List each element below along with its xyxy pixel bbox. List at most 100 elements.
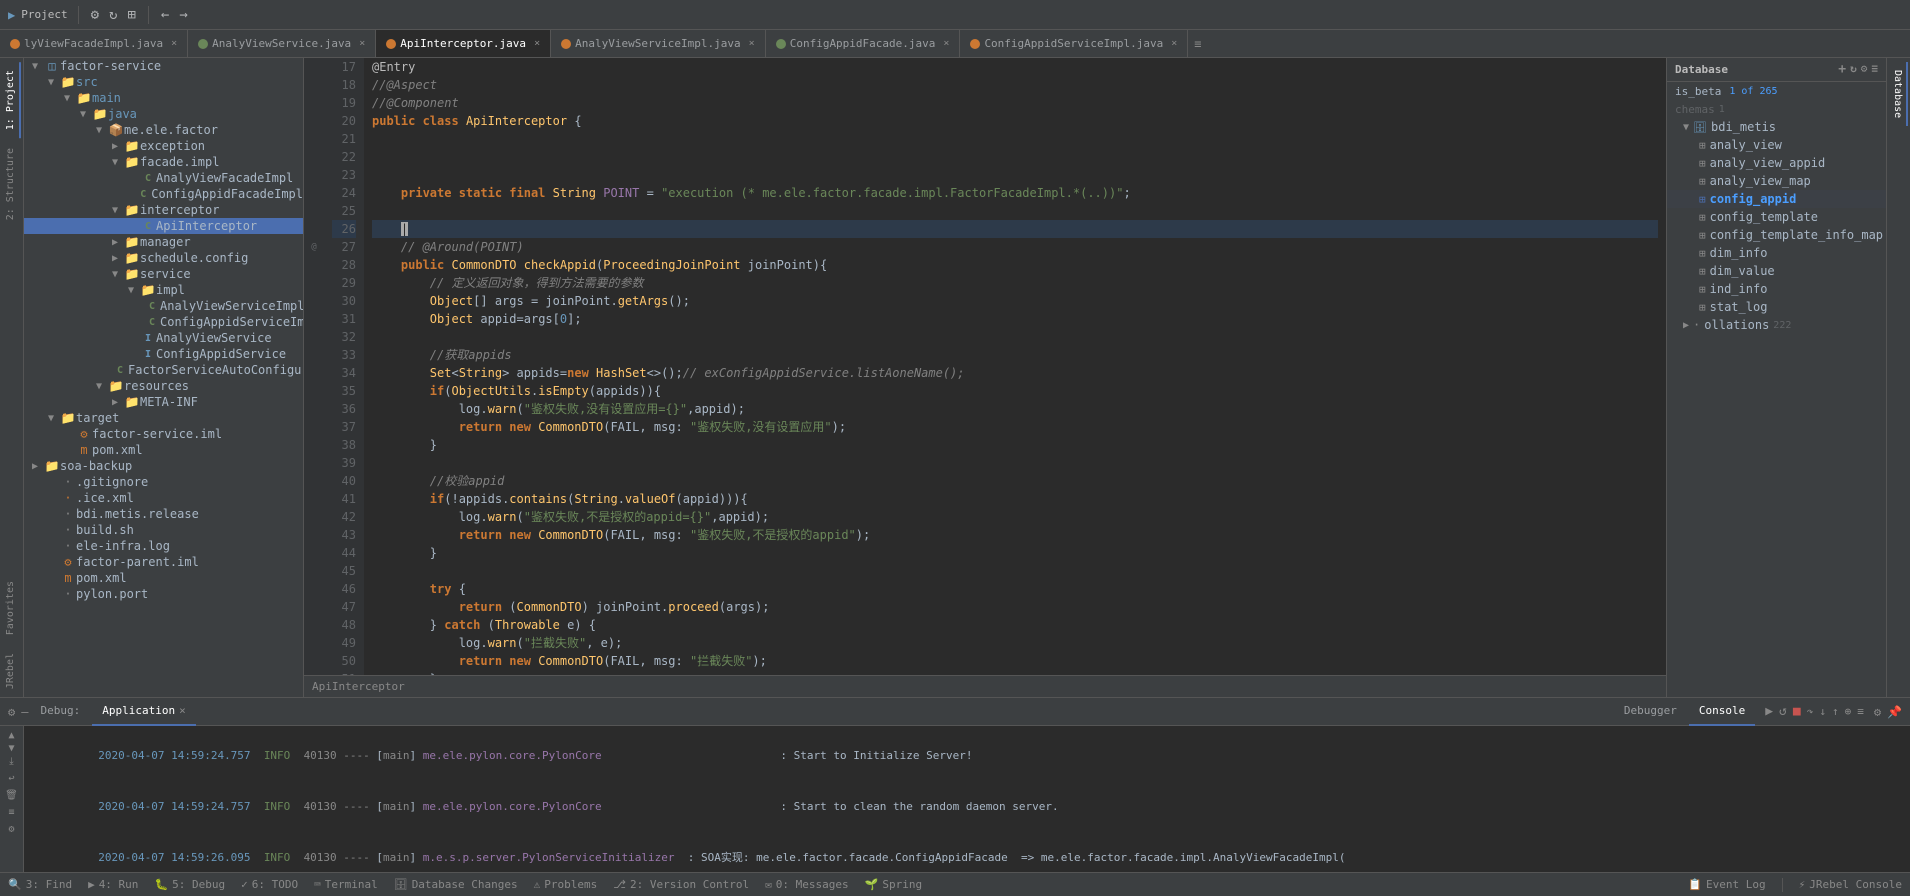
status-database-changes[interactable]: 🗄 Database Changes (394, 878, 518, 891)
tab-close-icon[interactable]: × (534, 38, 540, 49)
tree-item-ConfigAppidFacadeImpl[interactable]: C ConfigAppidFacadeImpl (24, 186, 303, 202)
tab-apiInterceptor[interactable]: ApiInterceptor.java × (376, 30, 551, 58)
back-icon[interactable]: ← (159, 5, 171, 25)
db-item-config-template-info-map[interactable]: ⊞ config_template_info_map (1667, 226, 1886, 244)
more-tabs-icon[interactable]: ≡ (1188, 37, 1207, 51)
code-content[interactable]: @Entry //@Aspect //@Component public cla… (364, 58, 1666, 675)
db-item-schemas[interactable]: chemas 1 (1667, 101, 1886, 118)
filter-icon[interactable]: ≡ (8, 807, 14, 818)
gear-icon[interactable]: ⚙ (8, 824, 14, 835)
tree-item-pom-xml-root[interactable]: m pom.xml (24, 442, 303, 458)
db-item-dim-info[interactable]: ⊞ dim_info (1667, 244, 1886, 262)
tab-close-icon[interactable]: × (943, 38, 949, 49)
tree-item-ConfigAppidService[interactable]: I ConfigAppidService (24, 346, 303, 362)
tree-item-service[interactable]: ▼ 📁 service (24, 266, 303, 282)
tree-item-AnalyViewFacadeImpl[interactable]: C AnalyViewFacadeImpl (24, 170, 303, 186)
status-event-log[interactable]: 📋 Event Log (1688, 878, 1765, 891)
status-todo[interactable]: ✓ 6: TODO (241, 878, 298, 891)
settings2-icon[interactable]: ⚙ (1874, 705, 1881, 719)
settings-icon[interactable]: ⚙ (89, 5, 101, 25)
subtab-console[interactable]: Console (1689, 698, 1755, 726)
tab-lyViewFacadeImpl[interactable]: lyViewFacadeImpl.java × (0, 30, 188, 58)
tree-item-target[interactable]: ▼ 📁 target (24, 410, 303, 426)
status-find[interactable]: 🔍 3: Find (8, 878, 72, 891)
scroll-down-icon[interactable]: ▼ (8, 743, 14, 754)
db-add-icon[interactable]: + (1838, 62, 1846, 77)
tab-close-icon[interactable]: × (359, 38, 365, 49)
tab-close-icon[interactable]: × (1171, 38, 1177, 49)
tree-item-facade-impl[interactable]: ▼ 📁 facade.impl (24, 154, 303, 170)
tree-item-pylon-port[interactable]: · pylon.port (24, 586, 303, 602)
status-messages[interactable]: ✉ 0: Messages (765, 878, 848, 891)
tab-close-icon[interactable]: × (179, 704, 186, 717)
tree-item-build-sh[interactable]: · build.sh (24, 522, 303, 538)
tab-application[interactable]: Application × (92, 698, 195, 726)
db-item-ollations[interactable]: ▶ · ollations 222 (1667, 316, 1886, 334)
step-out-icon[interactable]: ↑ (1832, 705, 1839, 718)
stop-icon[interactable]: ■ (1793, 704, 1801, 719)
tree-item-interceptor[interactable]: ▼ 📁 interceptor (24, 202, 303, 218)
db-item-dim-value[interactable]: ⊞ dim_value (1667, 262, 1886, 280)
scroll-end-icon[interactable]: ⤓ (9, 756, 13, 767)
tree-item-pom-xml[interactable]: m pom.xml (24, 570, 303, 586)
tree-item-impl-service[interactable]: ▼ 📁 impl (24, 282, 303, 298)
debug-settings-icon[interactable]: ⚙ (8, 705, 15, 719)
vtab-structure[interactable]: 2: Structure (2, 140, 21, 228)
tree-item-resources[interactable]: ▼ 📁 resources (24, 378, 303, 394)
db-more-icon[interactable]: ≡ (1871, 62, 1878, 77)
tree-item-AnalyViewService[interactable]: I AnalyViewService (24, 330, 303, 346)
tree-item-schedule-config[interactable]: ▶ 📁 schedule.config (24, 250, 303, 266)
tree-item-bdi-metis-release[interactable]: · bdi.metis.release (24, 506, 303, 522)
refresh-icon[interactable]: ↻ (107, 5, 119, 25)
clear-icon[interactable]: 🗑 (5, 790, 18, 801)
tab-configAppidFacade[interactable]: ConfigAppidFacade.java × (766, 30, 961, 58)
tree-item-AnalyViewServiceImpl[interactable]: C AnalyViewServiceImpl (24, 298, 303, 314)
step-over-icon[interactable]: ↷ (1807, 705, 1814, 718)
tree-item-main[interactable]: ▼ 📁 main (24, 90, 303, 106)
tree-item-exception[interactable]: ▶ 📁 exception (24, 138, 303, 154)
status-run[interactable]: ▶ 4: Run (88, 878, 138, 891)
tree-item-ApiInterceptor[interactable]: C ApiInterceptor (24, 218, 303, 234)
forward-icon[interactable]: → (177, 5, 189, 25)
status-terminal[interactable]: ⌨ Terminal (314, 878, 378, 891)
tab-close-icon[interactable]: × (171, 38, 177, 49)
status-jrebel-console[interactable]: ⚡ JRebel Console (1799, 878, 1902, 891)
tree-item-package[interactable]: ▼ 📦 me.ele.factor (24, 122, 303, 138)
vtab-database[interactable]: Database (1889, 62, 1908, 126)
tab-debug[interactable]: Debug: (30, 698, 90, 726)
db-item-analy-view[interactable]: ⊞ analy_view (1667, 136, 1886, 154)
step-into-icon[interactable]: ↓ (1819, 705, 1826, 718)
debug-minimize-icon[interactable]: — (21, 705, 28, 719)
status-spring[interactable]: 🌱 Spring (865, 878, 922, 891)
tree-item-gitignore[interactable]: · .gitignore (24, 474, 303, 490)
db-item-is-beta[interactable]: is_beta 1 of 265 (1667, 82, 1886, 101)
play-icon[interactable]: ▶ (1765, 704, 1773, 719)
status-problems[interactable]: ⚠ Problems (534, 878, 598, 891)
subtab-debugger[interactable]: Debugger (1614, 698, 1687, 726)
db-item-analy-view-appid[interactable]: ⊞ analy_view_appid (1667, 154, 1886, 172)
pin-icon[interactable]: 📌 (1887, 705, 1902, 719)
tree-item-src[interactable]: ▼ 📁 src (24, 74, 303, 90)
db-item-analy-view-map[interactable]: ⊞ analy_view_map (1667, 172, 1886, 190)
db-settings-icon[interactable]: ⚙ (1861, 62, 1868, 77)
status-version-control[interactable]: ⎇ 2: Version Control (613, 878, 749, 891)
db-item-config-appid[interactable]: ⊞ config_appid (1667, 190, 1886, 208)
tree-item-ice-xml[interactable]: · .ice.xml (24, 490, 303, 506)
tree-item-java[interactable]: ▼ 📁 java (24, 106, 303, 122)
db-item-stat-log[interactable]: ⊞ stat_log (1667, 298, 1886, 316)
db-item-ind-info[interactable]: ⊞ ind_info (1667, 280, 1886, 298)
vtab-favorites[interactable]: Favorites (2, 573, 21, 643)
db-item-bdi-metis[interactable]: ▼ 🗄 bdi_metis (1667, 118, 1886, 136)
scroll-up-icon[interactable]: ▲ (8, 730, 14, 741)
tab-close-icon[interactable]: × (749, 38, 755, 49)
tree-item-factor-service-iml[interactable]: ⚙ factor-service.iml (24, 426, 303, 442)
tree-item-manager[interactable]: ▶ 📁 manager (24, 234, 303, 250)
tree-item-soa-backup[interactable]: ▶ 📁 soa-backup (24, 458, 303, 474)
tree-item-factor-service[interactable]: ▼ ◫ factor-service (24, 58, 303, 74)
db-refresh-icon[interactable]: ↻ (1850, 62, 1857, 77)
db-item-config-template[interactable]: ⊞ config_template (1667, 208, 1886, 226)
vtab-jrebel[interactable]: JRebel (2, 645, 21, 697)
tree-item-factor-parent-iml[interactable]: ⚙ factor-parent.iml (24, 554, 303, 570)
eval-icon[interactable]: ≡ (1857, 705, 1864, 718)
expand-icon[interactable]: ⊞ (125, 5, 137, 25)
